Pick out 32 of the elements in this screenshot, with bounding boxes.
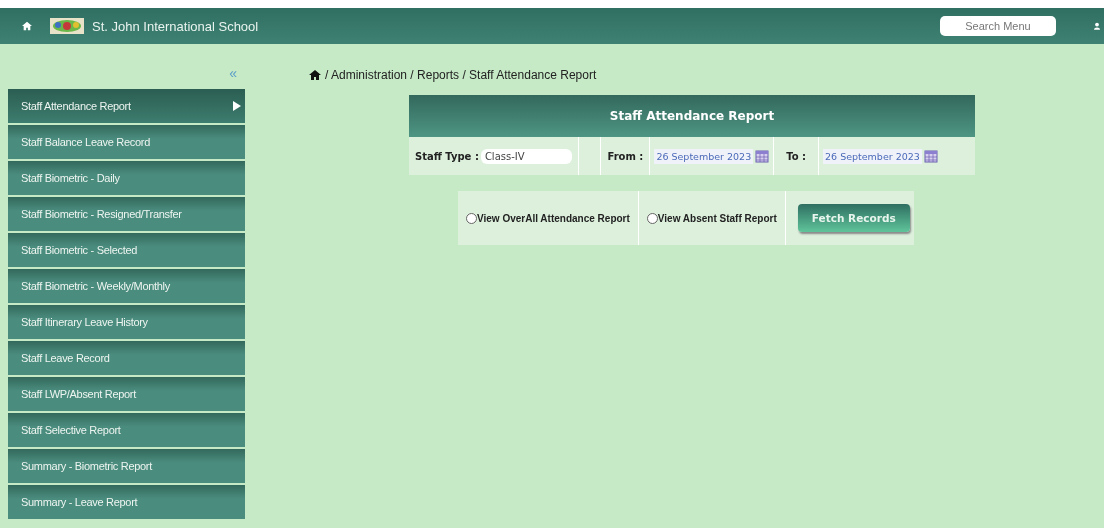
fetch-records-button[interactable]: Fetch Records: [797, 204, 910, 232]
sidebar-item[interactable]: Staff LWP/Absent Report: [8, 377, 245, 411]
search-field[interactable]: Search Menu: [940, 16, 1056, 36]
sidebar-item[interactable]: Summary - Biometric Report: [8, 449, 245, 483]
sidebar-item[interactable]: Staff Leave Record: [8, 341, 245, 375]
sidebar-item[interactable]: Staff Selective Report: [8, 413, 245, 447]
sidebar-item[interactable]: Staff Balance Leave Record: [8, 125, 245, 159]
sidebar-item[interactable]: Staff Biometric - Daily: [8, 161, 245, 195]
logo-icon: [50, 18, 84, 34]
sidebar-item[interactable]: Staff Biometric - Selected: [8, 233, 245, 267]
sidebar-item[interactable]: Staff Itinerary Leave History: [8, 305, 245, 339]
sidebar-item[interactable]: Staff Attendance Report: [8, 89, 245, 123]
collapse-button[interactable]: «: [229, 64, 237, 81]
sidebar-item[interactable]: Summary - Leave Report: [8, 485, 245, 519]
staff-type-field[interactable]: Class-IV: [480, 148, 572, 164]
sidebar-item[interactable]: Staff Biometric - Weekly/Monthly: [8, 269, 245, 303]
field-label: To :: [786, 150, 807, 162]
date-field[interactable]: 26 September 2023: [823, 148, 922, 164]
calendar-icon[interactable]: [755, 149, 770, 163]
sidebar-item[interactable]: Staff Biometric - Resigned/Transfer: [8, 197, 245, 231]
school-name: St. John International School: [92, 18, 259, 34]
field-label: Staff Type :: [415, 150, 479, 162]
user-icon[interactable]: [1094, 21, 1100, 31]
home-icon[interactable]: [309, 69, 321, 81]
report-radio[interactable]: View OverAll Attendance Report: [466, 212, 630, 224]
field-label: From :: [607, 150, 644, 162]
breadcrumb-trail: / Administration / Reports / Staff Attendance Report: [325, 68, 597, 82]
form-title: Staff Attendance Report: [409, 95, 975, 137]
date-field[interactable]: 26 September 2023: [654, 148, 754, 164]
arrow-icon: [233, 101, 241, 111]
report-radio[interactable]: View Absent Staff Report: [646, 212, 777, 224]
calendar-icon[interactable]: [923, 149, 938, 163]
